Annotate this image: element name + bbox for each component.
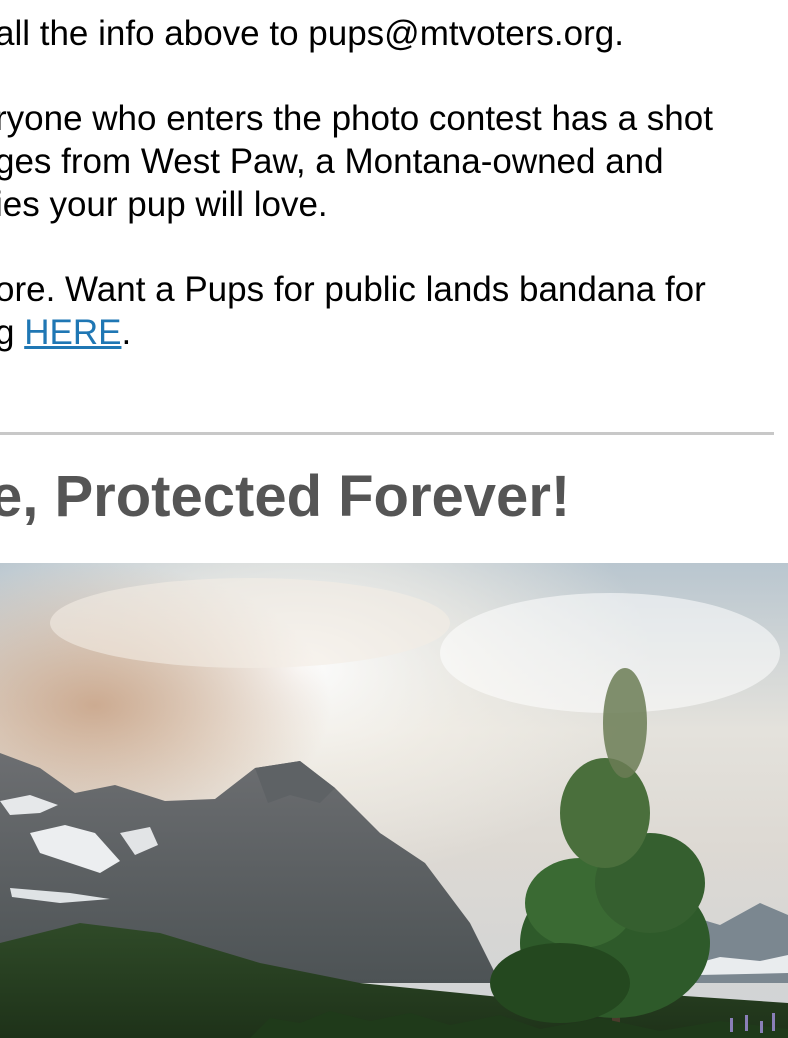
paragraph-line: ore. Want a Pups for public lands bandan… xyxy=(0,270,706,309)
paragraph-line-with-link: g HERE. xyxy=(0,311,788,354)
landscape-illustration xyxy=(0,563,788,1038)
text-fragment: . xyxy=(121,313,132,352)
paragraph-email-info: all the info above to pups@mtvoters.org. xyxy=(0,12,788,55)
paragraph-contest-prizes: ryone who enters the photo contest has a… xyxy=(0,97,788,226)
text-fragment: g xyxy=(0,313,15,352)
paragraph-line: ies your pup will love. xyxy=(0,185,328,224)
tree-top xyxy=(603,668,647,778)
paragraph-line: ryone who enters the photo contest has a… xyxy=(0,99,713,138)
paragraph-bandana: ore. Want a Pups for public lands bandan… xyxy=(0,268,788,354)
tree-canopy xyxy=(560,758,650,868)
mountain-landscape-image xyxy=(0,563,788,1038)
tree-canopy xyxy=(490,943,630,1023)
paragraph-line: ges from West Paw, a Montana-owned and xyxy=(0,142,664,181)
section-heading: e, Protected Forever! xyxy=(0,464,571,529)
paragraph-line: all the info above to pups@mtvoters.org. xyxy=(0,14,624,53)
section-divider xyxy=(0,432,774,435)
here-link[interactable]: HERE xyxy=(24,313,121,352)
cloud xyxy=(50,578,450,668)
